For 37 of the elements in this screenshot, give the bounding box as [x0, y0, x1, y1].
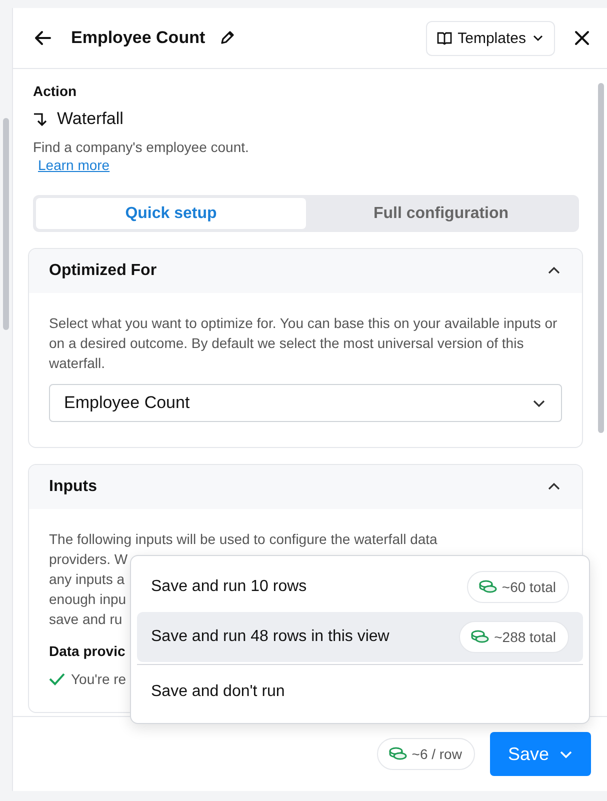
credit-cost-badge: ~60 total	[466, 571, 569, 603]
action-name: Waterfall	[57, 109, 124, 129]
section-title: Inputs	[49, 478, 97, 496]
back-arrow-icon[interactable]	[33, 28, 53, 48]
pencil-icon[interactable]	[219, 30, 236, 46]
panel-title: Employee Count	[71, 28, 206, 48]
templates-button[interactable]: Templates	[426, 20, 555, 56]
subheading: Data provic	[49, 643, 126, 659]
section-text: The following inputs will be used to configure the waterfall data	[49, 530, 438, 549]
section-text: save and ru	[49, 610, 122, 629]
check-icon	[49, 672, 65, 686]
book-icon	[436, 31, 452, 45]
credit-cost-badge: ~6 / row	[376, 738, 475, 770]
setup-tab[interactable]: Full configuration	[306, 198, 576, 229]
section-text: any inputs a	[49, 570, 124, 589]
scrollbar-thumb[interactable]	[598, 83, 604, 433]
optimize-select[interactable]: Employee Count	[49, 384, 562, 422]
section-description: Select what you want to optimize for. You can base this on your available inputs or on a desired outcome. By default we select the most universal version of this waterfall.	[49, 314, 558, 373]
coins-icon	[478, 580, 498, 594]
credit-cost-badge: ~288 total	[459, 621, 569, 653]
status-text: You're re	[71, 671, 126, 687]
coins-icon	[388, 747, 408, 761]
menu-item[interactable]: Save and run 10 rows ~60 total	[137, 562, 583, 612]
section-title: Optimized For	[49, 262, 157, 280]
setup-tab[interactable]: Quick setup	[36, 198, 306, 229]
close-icon[interactable]	[573, 29, 591, 47]
section-label: Action	[33, 83, 78, 99]
section-text: providers. W	[49, 550, 128, 569]
save-button[interactable]: Save	[490, 732, 591, 776]
action-description: Find a company's employee count.	[33, 139, 250, 155]
section-text: enough inpu	[49, 590, 126, 609]
coins-icon	[470, 630, 490, 644]
menu-item[interactable]: Save and don't run	[137, 667, 583, 717]
menu-item[interactable]: Save and run 48 rows in this view ~288 total	[137, 612, 583, 662]
scrollbar-thumb[interactable]	[3, 118, 9, 330]
turn-down-arrow-icon	[33, 111, 49, 127]
learn-more-link[interactable]: Learn more	[38, 157, 110, 173]
